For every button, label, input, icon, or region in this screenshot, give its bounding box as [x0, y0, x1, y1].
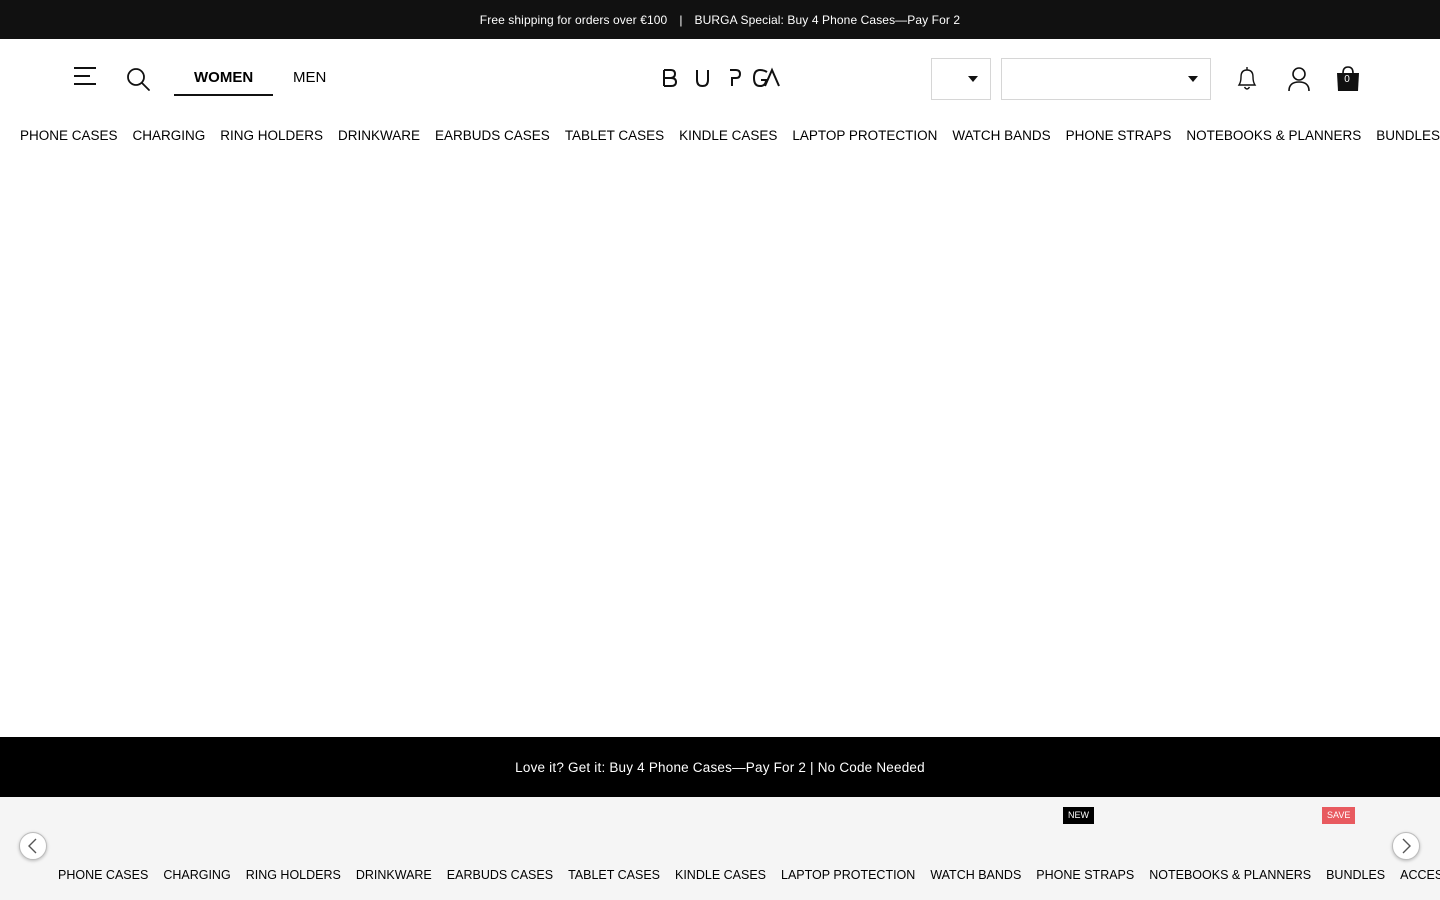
- nav-item-laptop-protection[interactable]: LAPTOP PROTECTION: [792, 128, 937, 143]
- carousel-prev-button[interactable]: [19, 832, 47, 860]
- language-currency-select[interactable]: [1001, 58, 1211, 100]
- brand-logo[interactable]: [662, 67, 780, 89]
- site-header: WOMEN MEN 0: [0, 39, 1440, 117]
- nav-item-tablet-cases[interactable]: TABLET CASES: [565, 128, 664, 143]
- nav-item-phone-straps[interactable]: PHONE STRAPS: [1066, 128, 1172, 143]
- carousel-item-accessories[interactable]: ACCES: [1400, 868, 1440, 882]
- announcement-separator: |: [679, 12, 683, 27]
- nav-item-kindle-cases[interactable]: KINDLE CASES: [679, 128, 777, 143]
- carousel-item-bundles[interactable]: BUNDLES: [1326, 868, 1385, 882]
- nav-item-earbuds-cases[interactable]: EARBUDS CASES: [435, 128, 550, 143]
- nav-item-drinkware[interactable]: DRINKWARE: [338, 128, 420, 143]
- carousel-item-kindle-cases[interactable]: KINDLE CASES: [675, 868, 766, 882]
- nav-item-ring-holders[interactable]: RING HOLDERS: [220, 128, 323, 143]
- nav-item-bundles[interactable]: BUNDLES: [1376, 128, 1440, 143]
- carousel-item-phone-straps[interactable]: PHONE STRAPS: [1036, 868, 1134, 882]
- announcement-special[interactable]: BURGA Special: Buy 4 Phone Cases—Pay For…: [695, 13, 961, 27]
- promo-banner[interactable]: Love it? Get it: Buy 4 Phone Cases—Pay F…: [0, 737, 1440, 797]
- carousel-item-drinkware[interactable]: DRINKWARE: [356, 868, 432, 882]
- tab-men[interactable]: MEN: [273, 67, 346, 96]
- country-select[interactable]: [931, 58, 991, 100]
- nav-item-notebooks-planners[interactable]: NOTEBOOKS & PLANNERS: [1186, 128, 1361, 143]
- user-icon[interactable]: [1285, 65, 1313, 93]
- announcement-shipping: Free shipping for orders over €100: [479, 12, 668, 27]
- carousel-item-watch-bands[interactable]: WATCH BANDS: [930, 868, 1021, 882]
- bell-icon[interactable]: [1233, 64, 1261, 94]
- promo-text: Love it? Get it: Buy 4 Phone Cases—Pay F…: [515, 759, 925, 775]
- cart-count: 0: [1344, 74, 1350, 85]
- carousel-item-notebooks-planners[interactable]: NOTEBOOKS & PLANNERS: [1149, 868, 1311, 882]
- carousel-items: PHONE CASES CHARGING RING HOLDERS DRINKW…: [58, 866, 1440, 884]
- search-icon[interactable]: [124, 65, 152, 93]
- chevron-down-icon: [968, 76, 978, 82]
- carousel-item-earbuds-cases[interactable]: EARBUDS CASES: [447, 868, 553, 882]
- carousel-next-button[interactable]: [1392, 832, 1420, 860]
- nav-item-watch-bands[interactable]: WATCH BANDS: [952, 128, 1050, 143]
- category-carousel: NEW SAVE PHONE CASES CHARGING RING HOLDE…: [0, 797, 1440, 900]
- chevron-down-icon: [1188, 76, 1198, 82]
- carousel-item-ring-holders[interactable]: RING HOLDERS: [246, 868, 341, 882]
- hamburger-menu-icon[interactable]: [74, 67, 98, 89]
- nav-item-charging[interactable]: CHARGING: [133, 128, 206, 143]
- save-badge: SAVE: [1322, 807, 1356, 824]
- category-nav: PHONE CASES CHARGING RING HOLDERS DRINKW…: [20, 124, 1440, 146]
- announcement-bar: Free shipping for orders over €100 | BUR…: [0, 0, 1440, 39]
- chevron-left-icon: [28, 838, 37, 854]
- carousel-item-tablet-cases[interactable]: TABLET CASES: [568, 868, 660, 882]
- carousel-item-phone-cases[interactable]: PHONE CASES: [58, 868, 148, 882]
- carousel-item-charging[interactable]: CHARGING: [163, 868, 230, 882]
- nav-item-phone-cases[interactable]: PHONE CASES: [20, 128, 118, 143]
- new-badge: NEW: [1063, 807, 1094, 824]
- tab-women[interactable]: WOMEN: [174, 67, 274, 96]
- carousel-item-laptop-protection[interactable]: LAPTOP PROTECTION: [781, 868, 915, 882]
- shopping-bag-icon[interactable]: 0: [1335, 65, 1361, 93]
- chevron-right-icon: [1402, 838, 1411, 854]
